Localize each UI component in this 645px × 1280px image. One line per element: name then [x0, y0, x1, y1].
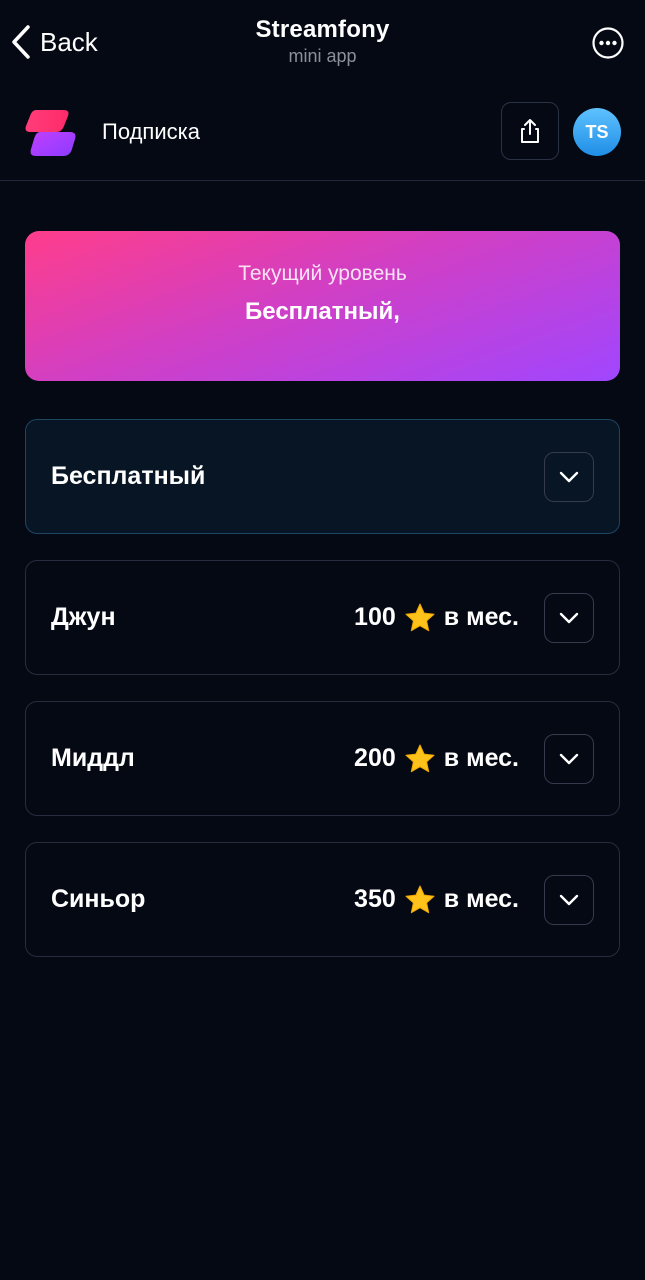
price-period: в мес. — [443, 885, 519, 913]
tier-price: 350 в мес. — [354, 843, 519, 956]
price-period: в мес. — [443, 744, 519, 772]
tier-name: Миддл — [51, 744, 135, 772]
chevron-down-icon — [559, 753, 579, 765]
current-level-card: Текущий уровень Бесплатный, — [25, 231, 620, 381]
share-button[interactable] — [501, 102, 559, 160]
expand-button[interactable] — [544, 875, 594, 925]
star-icon — [405, 603, 435, 631]
price-amount: 100 — [354, 603, 396, 631]
logo-icon — [25, 110, 76, 156]
tier-junior[interactable]: Джун 100 в мес. — [25, 560, 620, 675]
app-header: Подписка TS — [0, 86, 645, 181]
tier-name: Синьор — [51, 885, 146, 913]
tier-name: Бесплатный — [51, 462, 206, 490]
share-icon — [521, 119, 539, 143]
star-icon — [405, 885, 435, 913]
star-icon — [405, 744, 435, 772]
current-level-label: Текущий уровень — [238, 262, 407, 285]
app-subtitle: mini app — [288, 46, 357, 66]
expand-button[interactable] — [544, 734, 594, 784]
page-title: Подписка — [102, 119, 200, 144]
tier-name: Джун — [51, 603, 116, 631]
price-amount: 200 — [354, 744, 396, 772]
expand-button[interactable] — [544, 452, 594, 502]
app-title: Streamfony — [255, 16, 390, 43]
price-amount: 350 — [354, 885, 396, 913]
tier-price: 100 в мес. — [354, 561, 519, 674]
chevron-down-icon — [559, 612, 579, 624]
telegram-top-bar: Back Streamfony mini app — [0, 0, 645, 86]
app-title-block: Streamfony mini app — [0, 16, 645, 67]
chevron-down-icon — [559, 471, 579, 483]
tier-free[interactable]: Бесплатный — [25, 419, 620, 534]
avatar[interactable]: TS — [573, 108, 621, 156]
tier-price: 200 в мес. — [354, 702, 519, 815]
more-dots-icon[interactable] — [591, 26, 625, 60]
chevron-down-icon — [559, 894, 579, 906]
tier-middle[interactable]: Миддл 200 в мес. — [25, 701, 620, 816]
expand-button[interactable] — [544, 593, 594, 643]
tier-senior[interactable]: Синьор 350 в мес. — [25, 842, 620, 957]
price-period: в мес. — [443, 603, 519, 631]
current-level-value: Бесплатный, — [245, 298, 400, 325]
